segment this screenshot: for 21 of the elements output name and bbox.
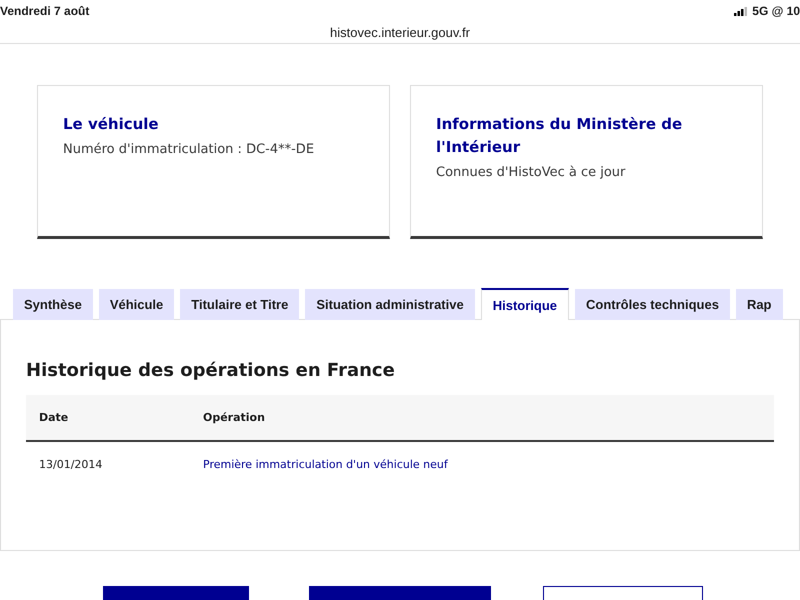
tab[interactable]: Véhicule (98, 289, 174, 320)
operation-link[interactable]: Première immatriculation d'un véhicule neuf (203, 458, 448, 470)
card-subtitle: Connues d'HistoVec à ce jour (436, 165, 626, 180)
tab[interactable]: Rap (736, 289, 782, 320)
tab[interactable]: Titulaire et Titre (180, 289, 300, 320)
tab[interactable]: Historique (480, 288, 570, 320)
card-title: Informations du Ministère de l'Intérieur (436, 114, 684, 158)
status-date: Vendredi 7 août (0, 4, 90, 18)
url-text[interactable]: histovec.interieur.gouv.fr (330, 25, 470, 40)
column-header: Opération (203, 411, 265, 424)
tab[interactable]: Situation administrative (305, 289, 475, 320)
card-title: Le véhicule (63, 114, 160, 135)
table-cell-text: 13/01/2014 (38, 458, 104, 470)
network-status: 5G @ 10 (752, 4, 800, 18)
card-subtitle: Numéro d'immatriculation : DC-4**-DE (63, 142, 316, 157)
signal-icon (734, 6, 748, 16)
panel-title: Historique des opérations en France (26, 360, 396, 381)
column-header: Date (38, 411, 70, 424)
tab[interactable]: Synthèse (13, 289, 93, 320)
tab[interactable]: Contrôles techniques (575, 289, 730, 320)
action-button[interactable] (543, 586, 703, 600)
